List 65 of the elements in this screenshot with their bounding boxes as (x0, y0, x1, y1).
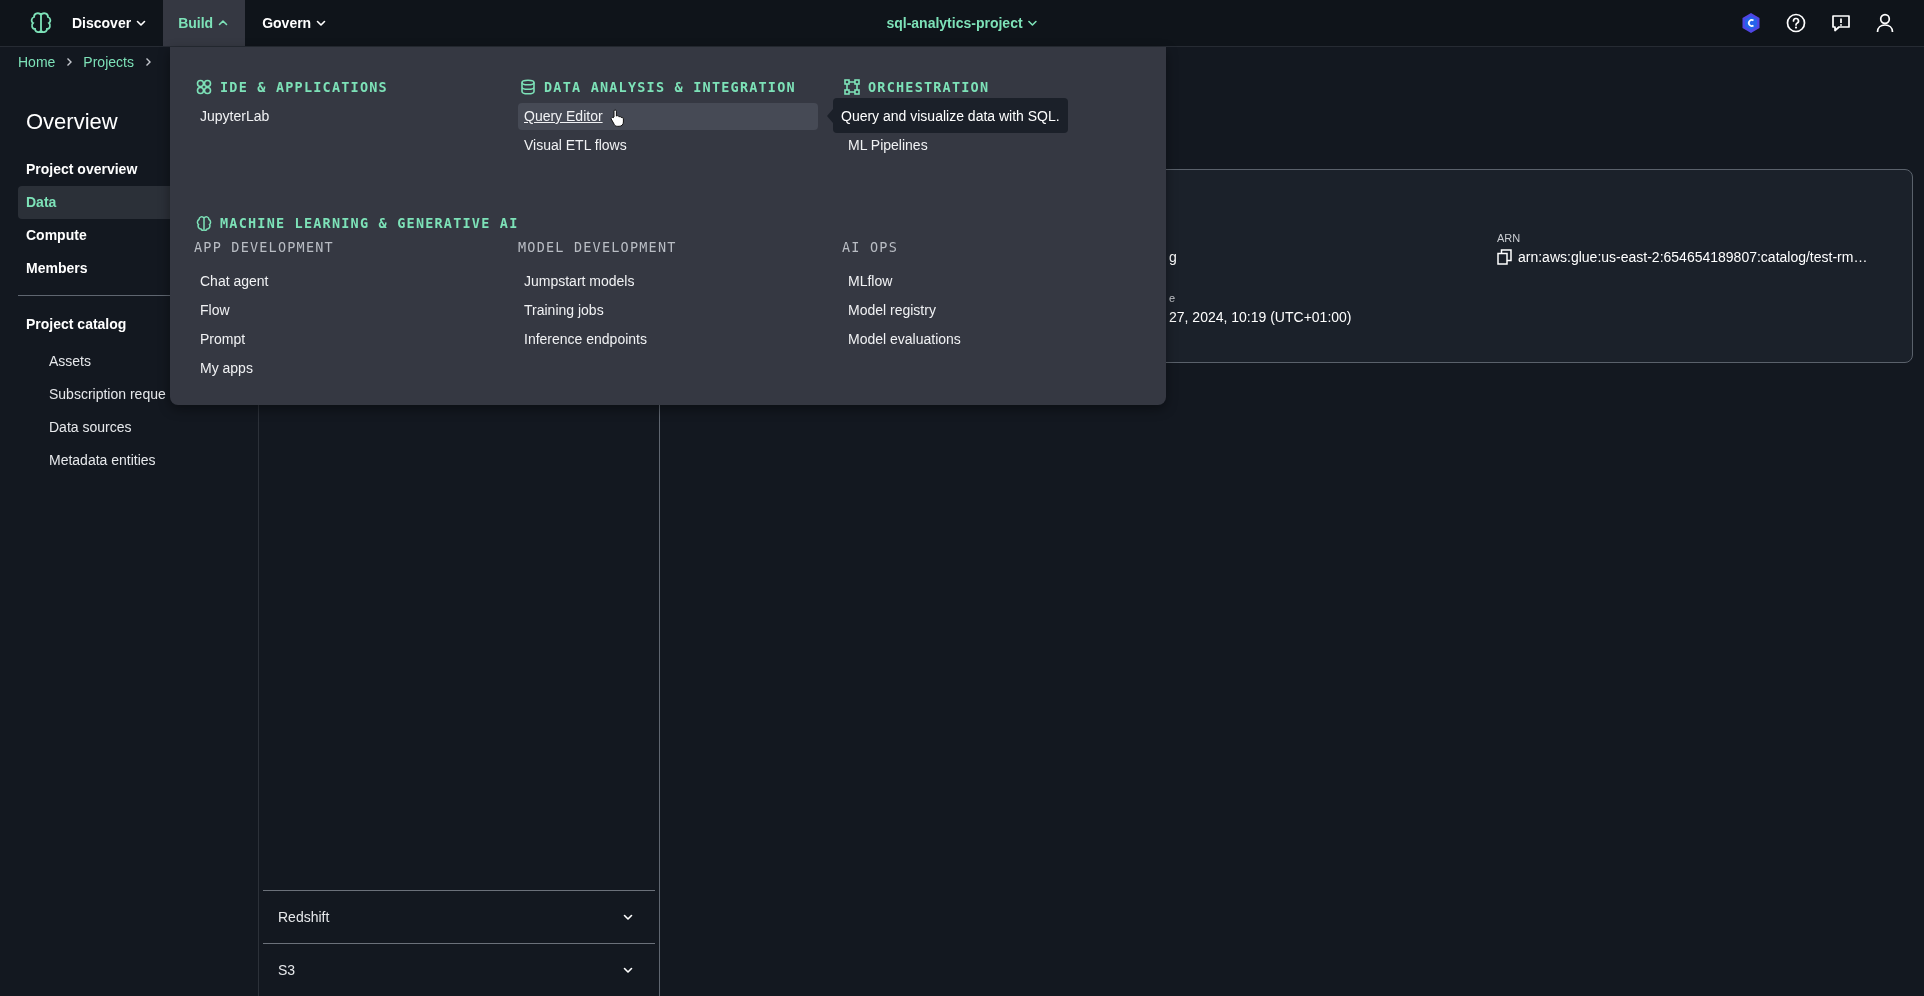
nav-menu[interactable]: Build (163, 0, 246, 46)
tooltip-arrow-icon (827, 109, 833, 123)
menu-section-heading: IDE & APPLICATIONS (220, 79, 388, 95)
nav-menu[interactable]: Discover (72, 0, 164, 46)
menu-item[interactable]: Prompt (194, 326, 252, 353)
chevron-up-icon (218, 18, 229, 28)
menu-item[interactable]: Visual ETL flows (518, 132, 818, 159)
field-value: 27, 2024, 10:19 (UTC+01:00) (1169, 309, 1353, 325)
sidebar-subitem[interactable]: Metadata entities (49, 444, 156, 477)
accordion-header[interactable]: Redshift (263, 890, 655, 943)
arn-value: arn:aws:glue:us-east-2:654654189807:catalog/test-rm… (1518, 249, 1868, 265)
menu-item[interactable]: ML Pipelines (842, 132, 1142, 159)
breadcrumb-link[interactable]: Home (18, 54, 56, 70)
chevron-down-icon (316, 18, 327, 28)
help-icon[interactable] (1786, 13, 1806, 33)
breadcrumb-link[interactable]: Projects (83, 54, 134, 70)
field-label: e (1169, 292, 1177, 306)
hand-cursor-icon (610, 109, 624, 127)
copy-icon[interactable] (1497, 249, 1512, 265)
accordion-header[interactable]: S3 (263, 943, 655, 996)
menu-item[interactable]: Inference endpoints (518, 326, 653, 353)
menu-item[interactable]: Query Editor (518, 103, 818, 130)
chevron-down-icon (623, 912, 633, 922)
sidebar-item[interactable]: Members (18, 252, 96, 285)
tooltip: Query and visualize data with SQL. (833, 98, 1068, 133)
project-selector[interactable]: sql-analytics-project (880, 0, 1044, 46)
workflow-icon (844, 79, 860, 95)
accordion-label: S3 (278, 962, 296, 978)
accordion-label: Redshift (278, 909, 330, 925)
sidebar-subitem[interactable]: Assets (49, 345, 91, 378)
menu-section-heading: ORCHESTRATION (868, 79, 990, 95)
menu-item[interactable]: Model evaluations (842, 326, 967, 353)
chevron-down-icon (1027, 18, 1038, 28)
logo-icon[interactable] (29, 10, 53, 36)
field-label: ARN (1497, 232, 1522, 246)
field-value: g (1169, 249, 1178, 265)
menu-group-heading: AI OPS (842, 239, 898, 257)
feedback-icon[interactable] (1831, 13, 1851, 33)
hexagon-icon[interactable] (1741, 12, 1761, 34)
sidebar-item[interactable]: Project catalog (18, 308, 135, 341)
database-icon (520, 79, 536, 95)
menu-group-heading: MODEL DEVELOPMENT (518, 239, 677, 257)
user-icon[interactable] (1876, 13, 1894, 33)
menu-item[interactable]: Jumpstart models (518, 268, 641, 295)
sidebar-subitem[interactable]: Data sources (49, 411, 132, 444)
sidebar-item[interactable]: Project overview (18, 153, 146, 186)
menu-item[interactable]: Model registry (842, 297, 942, 324)
menu-item[interactable]: Chat agent (194, 268, 275, 295)
menu-item[interactable]: Flow (194, 297, 236, 324)
menu-section-heading: DATA ANALYSIS & INTEGRATION (544, 79, 796, 95)
menu-item[interactable]: MLflow (842, 268, 899, 295)
sidebar-subitem[interactable]: Subscription reque (49, 378, 166, 411)
chevron-down-icon (136, 18, 147, 28)
sidebar-item[interactable]: Compute (18, 219, 95, 252)
chevron-down-icon (623, 965, 633, 975)
menu-item[interactable]: My apps (194, 355, 259, 382)
chevron-right-icon (143, 57, 152, 67)
nav-menu[interactable]: Govern (245, 0, 344, 46)
chevron-right-icon (65, 57, 74, 67)
menu-item[interactable]: Training jobs (518, 297, 610, 324)
menu-group-heading: APP DEVELOPMENT (194, 239, 334, 257)
grid-icon (196, 79, 212, 95)
menu-item[interactable]: JupyterLab (194, 103, 494, 130)
sidebar-title: Overview (26, 109, 118, 135)
brain-icon (196, 215, 212, 231)
